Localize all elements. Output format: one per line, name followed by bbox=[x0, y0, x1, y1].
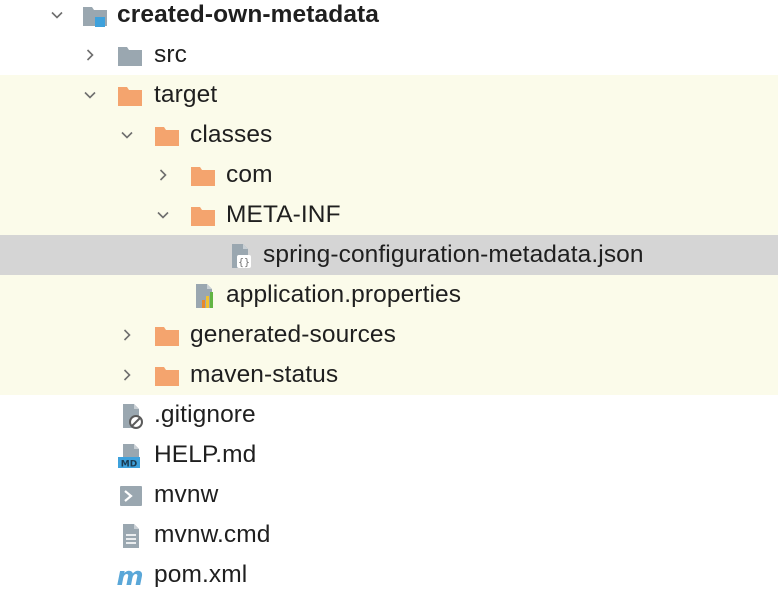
tree-item-label: target bbox=[154, 81, 218, 108]
tree-row-src[interactable]: src bbox=[0, 35, 778, 75]
tree-item-label: mvnw bbox=[154, 481, 219, 508]
folder-orange-icon bbox=[116, 83, 144, 109]
chevron-right-icon[interactable] bbox=[153, 165, 173, 185]
svg-text:MD: MD bbox=[121, 460, 137, 470]
chevron-down-icon[interactable] bbox=[80, 85, 100, 105]
folder-orange-icon bbox=[153, 323, 181, 349]
project-tree: created-own-metadata src target classes bbox=[0, 0, 778, 596]
svg-text:m: m bbox=[116, 563, 143, 589]
tree-row-help-md[interactable]: MD HELP.md bbox=[0, 435, 778, 475]
tree-row-meta-inf[interactable]: META-INF bbox=[0, 195, 778, 235]
svg-text:{}: {} bbox=[238, 258, 250, 269]
chevron-down-icon[interactable] bbox=[47, 5, 67, 25]
json-file-icon: {} bbox=[226, 243, 254, 269]
folder-gray-icon bbox=[116, 43, 144, 69]
module-folder-icon bbox=[81, 3, 109, 29]
chevron-right-icon[interactable] bbox=[117, 365, 137, 385]
tree-row-mvnw-cmd[interactable]: mvnw.cmd bbox=[0, 515, 778, 555]
tree-row-gitignore[interactable]: .gitignore bbox=[0, 395, 778, 435]
folder-orange-icon bbox=[153, 363, 181, 389]
tree-item-label: pom.xml bbox=[154, 561, 248, 588]
tree-row-com[interactable]: com bbox=[0, 155, 778, 195]
tree-row-root[interactable]: created-own-metadata bbox=[0, 0, 778, 35]
text-file-icon bbox=[117, 523, 145, 549]
chevron-right-icon[interactable] bbox=[117, 325, 137, 345]
chevron-right-icon[interactable] bbox=[80, 45, 100, 65]
tree-row-maven-status[interactable]: maven-status bbox=[0, 355, 778, 395]
tree-item-label: created-own-metadata bbox=[117, 1, 380, 28]
tree-row-target[interactable]: target bbox=[0, 75, 778, 115]
tree-item-label: spring-configuration-metadata.json bbox=[263, 241, 644, 268]
tree-row-mvnw[interactable]: mvnw bbox=[0, 475, 778, 515]
properties-file-icon bbox=[190, 283, 218, 309]
chevron-down-icon[interactable] bbox=[153, 205, 173, 225]
folder-orange-icon bbox=[153, 123, 181, 149]
tree-item-label: maven-status bbox=[190, 361, 339, 388]
shell-script-icon bbox=[117, 483, 145, 509]
tree-row-pom-xml[interactable]: m pom.xml bbox=[0, 555, 778, 595]
folder-orange-icon bbox=[189, 163, 217, 189]
tree-item-label: src bbox=[154, 41, 187, 68]
maven-pom-icon: m bbox=[116, 563, 144, 589]
tree-item-label: generated-sources bbox=[190, 321, 396, 348]
tree-item-label: .gitignore bbox=[154, 401, 256, 428]
tree-item-label: HELP.md bbox=[154, 441, 257, 468]
tree-row-generated-sources[interactable]: generated-sources bbox=[0, 315, 778, 355]
markdown-file-icon: MD bbox=[117, 443, 145, 469]
tree-item-label: application.properties bbox=[226, 281, 462, 308]
tree-row-classes[interactable]: classes bbox=[0, 115, 778, 155]
tree-row-spring-configuration-metadata[interactable]: {} spring-configuration-metadata.json bbox=[0, 235, 778, 275]
chevron-down-icon[interactable] bbox=[117, 125, 137, 145]
tree-item-label: META-INF bbox=[226, 201, 341, 228]
gitignore-file-icon bbox=[117, 403, 145, 429]
tree-item-label: com bbox=[226, 161, 273, 188]
tree-item-label: classes bbox=[190, 121, 273, 148]
folder-orange-icon bbox=[189, 203, 217, 229]
tree-item-label: mvnw.cmd bbox=[154, 521, 271, 548]
tree-row-application-properties[interactable]: application.properties bbox=[0, 275, 778, 315]
